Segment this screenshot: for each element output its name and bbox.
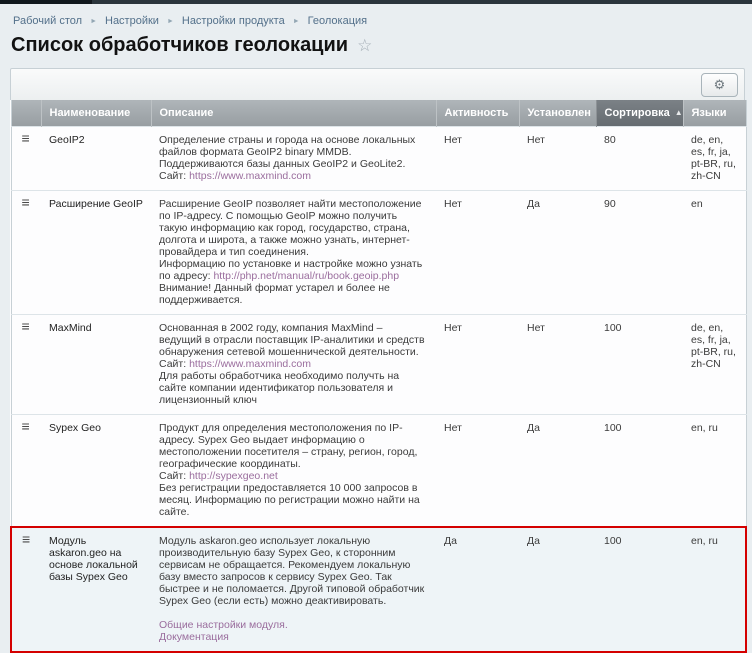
handlers-table: Наименование Описание Активность Установ… <box>10 100 747 653</box>
handler-languages: de, en, es, fr, ja, pt-BR, ru, zh-CN <box>683 314 746 414</box>
table-row: ≡ Sypex Geo Продукт для определения мест… <box>11 414 746 527</box>
column-header-grip <box>11 100 41 126</box>
table-header-row: Наименование Описание Активность Установ… <box>11 100 746 126</box>
table-row: ≡ GeoIP2 Определение страны и города на … <box>11 126 746 190</box>
description-line: Основанная в 2002 году, компания MaxMind… <box>159 322 428 358</box>
description-link[interactable]: http://sypexgeo.net <box>189 470 278 482</box>
description-line: Продукт для определения местоположения п… <box>159 422 428 470</box>
handler-sort: 100 <box>596 414 683 527</box>
handler-description: Основанная в 2002 году, компания MaxMind… <box>151 314 436 414</box>
grid-toolbar: ⚙ <box>10 68 745 100</box>
handler-description: Модуль askaron.geo использует локальную … <box>151 527 436 652</box>
handler-description: Продукт для определения местоположения п… <box>151 414 436 527</box>
handler-sort: 100 <box>596 527 683 652</box>
handler-name: Модуль askaron.geo на основе локальной б… <box>41 527 151 652</box>
column-header-description[interactable]: Описание <box>151 100 436 126</box>
handler-languages: en <box>683 190 746 314</box>
column-header-active[interactable]: Активность <box>436 100 519 126</box>
page-title: Список обработчиков геолокации <box>11 34 348 56</box>
column-header-name[interactable]: Наименование <box>41 100 151 126</box>
handler-description: Определение страны и города на основе ло… <box>151 126 436 190</box>
browser-chrome-strip <box>0 0 752 4</box>
breadcrumb: Рабочий стол ► Настройки ► Настройки продукт… <box>0 4 752 27</box>
drag-handle-icon[interactable]: ≡ <box>22 420 30 432</box>
breadcrumb-item-desktop[interactable]: Рабочий стол <box>13 15 82 27</box>
table-row: ≡ MaxMind Основанная в 2002 году, компан… <box>11 314 746 414</box>
table-row: ≡ Расширение GeoIP Расширение GeoIP позв… <box>11 190 746 314</box>
grid-settings-button[interactable]: ⚙ <box>701 73 738 97</box>
column-header-installed[interactable]: Установлен <box>519 100 596 126</box>
table-body: ≡ GeoIP2 Определение страны и города на … <box>11 126 746 652</box>
handler-sort: 90 <box>596 190 683 314</box>
handler-sort: 80 <box>596 126 683 190</box>
column-header-languages[interactable]: Языки <box>683 100 746 126</box>
drag-handle-icon[interactable]: ≡ <box>22 533 30 545</box>
browser-chrome-strip-left <box>0 0 92 4</box>
handler-active: Нет <box>436 126 519 190</box>
description-line: Расширение GeoIP позволяет найти местопо… <box>159 198 428 258</box>
favorite-star-icon[interactable]: ☆ <box>357 36 372 55</box>
drag-handle-icon[interactable]: ≡ <box>22 132 30 144</box>
description-line: Без регистрации предоставляется 10 000 з… <box>159 482 428 518</box>
grid-panel: ⚙ Наименование Описание Активность Устан… <box>10 68 745 653</box>
handler-name: MaxMind <box>41 314 151 414</box>
breadcrumb-item-product-settings[interactable]: Настройки продукта <box>182 15 285 27</box>
handler-languages: en, ru <box>683 414 746 527</box>
description-line: Для работы обработчика необходимо получт… <box>159 370 428 406</box>
description-line: Документация <box>159 631 428 643</box>
description-line: Определение страны и города на основе ло… <box>159 134 428 170</box>
column-header-sort[interactable]: Сортировка▲ <box>596 100 683 126</box>
handler-installed: Да <box>519 527 596 652</box>
handler-name: GeoIP2 <box>41 126 151 190</box>
description-link[interactable]: https://www.maxmind.com <box>189 170 311 182</box>
description-line <box>159 607 428 619</box>
description-line: Сайт: https://www.maxmind.com <box>159 358 428 370</box>
table-row: ≡ Модуль askaron.geo на основе локальной… <box>11 527 746 652</box>
handler-installed: Да <box>519 414 596 527</box>
handler-active: Нет <box>436 190 519 314</box>
description-line: Информацию по установке и настройке можн… <box>159 258 428 282</box>
handler-active: Нет <box>436 414 519 527</box>
handler-name: Расширение GeoIP <box>41 190 151 314</box>
handler-sort: 100 <box>596 314 683 414</box>
breadcrumb-arrow-icon: ► <box>90 18 97 25</box>
breadcrumb-item-settings[interactable]: Настройки <box>105 15 159 27</box>
drag-handle-icon[interactable]: ≡ <box>22 196 30 208</box>
description-link[interactable]: Документация <box>159 631 229 643</box>
description-line: Внимание! Данный формат устарел и более … <box>159 282 428 306</box>
description-line: Сайт: https://www.maxmind.com <box>159 170 428 182</box>
handler-active: Нет <box>436 314 519 414</box>
description-link[interactable]: Общие настройки модуля. <box>159 619 288 631</box>
handler-installed: Да <box>519 190 596 314</box>
drag-handle-icon[interactable]: ≡ <box>22 320 30 332</box>
handler-active: Да <box>436 527 519 652</box>
description-link[interactable]: http://php.net/manual/ru/book.geoip.php <box>213 270 399 282</box>
description-line: Общие настройки модуля. <box>159 619 428 631</box>
description-link[interactable]: https://www.maxmind.com <box>189 358 311 370</box>
sort-asc-icon: ▲ <box>675 108 683 117</box>
gear-icon: ⚙ <box>714 77 726 92</box>
handler-languages: en, ru <box>683 527 746 652</box>
breadcrumb-item-geolocation[interactable]: Геолокация <box>308 15 367 27</box>
handler-languages: de, en, es, fr, ja, pt-BR, ru, zh-CN <box>683 126 746 190</box>
description-line: Модуль askaron.geo использует локальную … <box>159 535 428 607</box>
breadcrumb-arrow-icon: ► <box>167 18 174 25</box>
handler-installed: Нет <box>519 126 596 190</box>
handler-name: Sypex Geo <box>41 414 151 527</box>
description-line: Сайт: http://sypexgeo.net <box>159 470 428 482</box>
breadcrumb-arrow-icon: ► <box>293 18 300 25</box>
handler-description: Расширение GeoIP позволяет найти местопо… <box>151 190 436 314</box>
handler-installed: Нет <box>519 314 596 414</box>
